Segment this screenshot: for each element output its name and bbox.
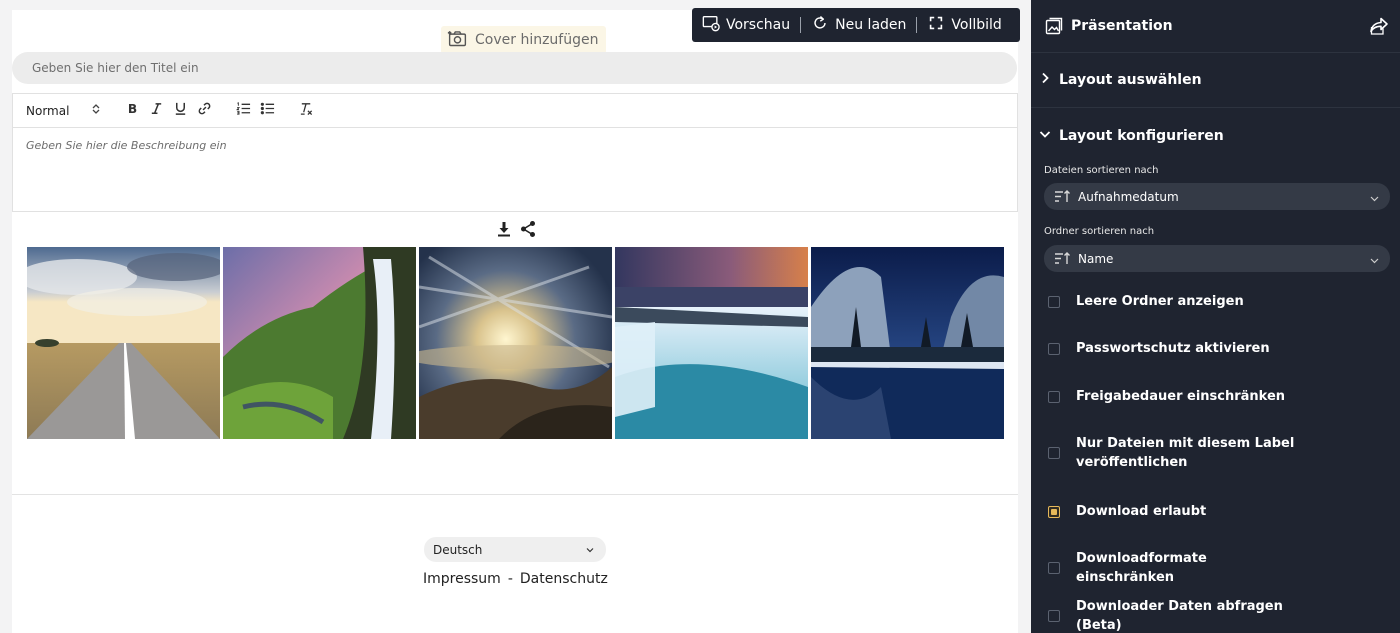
italic-icon [149,101,164,120]
option-label: Downloadformate einschränken [1076,551,1207,585]
layout-select-label: Layout auswählen [1059,72,1202,88]
option-label: Download erlaubt [1076,504,1207,519]
settings-sidebar: Präsentation Layout auswählen Layout kon… [1031,0,1400,633]
language-select[interactable]: Deutsch [424,537,606,562]
sort-files-value: Aufnahmedatum [1078,189,1179,204]
layout-configure-section[interactable]: Layout konfigurieren [1031,108,1400,163]
checkbox[interactable] [1048,390,1060,403]
checkbox[interactable] [1048,295,1060,308]
description-editor: Normal B Geben Sie hier die Beschreibung… [12,93,1018,212]
option-label: Passwortschutz aktivieren [1076,341,1270,356]
chevron-right-icon [1039,72,1059,88]
sort-files-select[interactable]: Aufnahmedatum [1044,183,1390,210]
chevron-down-icon [1039,128,1059,144]
download-icon[interactable] [495,220,513,238]
select-arrows-icon [92,103,100,118]
option-downloader-data[interactable]: Downloader Daten abfragen (Beta) [1048,597,1306,633]
privacy-link[interactable]: Datenschutz [520,571,608,587]
footer-divider [12,494,1018,495]
checkbox[interactable] [1048,447,1060,459]
title-input[interactable] [12,52,1017,84]
bullet-list-button[interactable] [255,99,279,123]
gallery-actions [495,220,537,238]
imprint-link[interactable]: Impressum [423,571,501,587]
app-root: Cover hinzufügen Vorschau Neu laden Voll… [0,0,1400,633]
rich-text-toolbar: Normal B [13,94,1017,128]
clear-format-button[interactable] [294,99,318,123]
footer-separator: - [507,571,513,587]
fullscreen-icon [927,14,945,36]
underline-icon [173,101,188,120]
checkbox-checked[interactable] [1048,505,1060,518]
sort-ascending-icon [1054,251,1071,266]
reload-label: Neu laden [835,17,907,33]
description-input[interactable]: Geben Sie hier die Beschreibung ein [13,128,1017,163]
bullet-list-icon [260,101,275,120]
svg-text:B: B [127,102,136,116]
ordered-list-button[interactable] [231,99,255,123]
option-limit-download-formats[interactable]: Downloadformate einschränken [1048,549,1306,587]
camera-add-icon [447,28,468,53]
add-cover-button[interactable]: Cover hinzufügen [441,26,607,54]
preview-label: Vorschau [726,17,791,33]
ordered-list-icon [235,101,251,120]
bold-button[interactable]: B [120,99,144,123]
layout-select-section[interactable]: Layout auswählen [1031,53,1400,108]
add-cover-label: Cover hinzufügen [475,32,599,48]
sort-files-label: Dateien sortieren nach [1044,165,1159,176]
share-icon[interactable] [519,220,537,238]
road-photo[interactable] [27,247,220,439]
footer-links: Impressum - Datenschutz [423,571,608,587]
link-icon [197,101,212,120]
editor-area: Cover hinzufügen Vorschau Neu laden Voll… [0,0,1031,633]
sort-ascending-icon [1054,189,1071,204]
language-value: Deutsch [433,542,483,557]
option-label: Downloader Daten abfragen (Beta) [1076,599,1283,633]
photo-gallery [27,247,1004,439]
text-format-value: Normal [26,103,70,118]
fullscreen-button[interactable]: Vollbild [917,8,1011,42]
link-button[interactable] [192,99,216,123]
option-label: Freigabedauer einschränken [1076,389,1286,404]
bold-icon: B [125,101,140,120]
sidebar-title: Präsentation [1071,18,1173,34]
fullscreen-label: Vollbild [951,17,1002,33]
waterfall-photo[interactable] [223,247,416,439]
lake-photo[interactable] [811,247,1004,439]
text-format-select[interactable]: Normal [26,103,100,118]
reload-icon [811,14,829,36]
sort-folders-select[interactable]: Name [1044,245,1390,272]
chevron-down-icon [586,543,594,557]
sort-folders-value: Name [1078,251,1114,266]
option-label: Leere Ordner anzeigen [1076,294,1244,309]
option-password-protection[interactable]: Passwortschutz aktivieren [1048,339,1306,358]
preview-button[interactable]: Vorschau [692,8,800,42]
reload-button[interactable]: Neu laden [801,8,916,42]
checkbox[interactable] [1048,342,1060,355]
share-arrow-icon[interactable] [1368,15,1390,37]
option-label: Nur Dateien mit diesem Label veröffentli… [1076,436,1295,470]
option-download-allowed[interactable]: Download erlaubt [1048,502,1306,521]
presentation-icon [1045,17,1063,35]
chevron-down-icon [1370,254,1379,264]
chevron-down-icon [1370,192,1379,202]
italic-button[interactable] [144,99,168,123]
preview-icon [702,14,720,36]
preview-toolbar: Vorschau Neu laden Vollbild [692,8,1020,42]
clear-format-icon [299,101,314,120]
underline-button[interactable] [168,99,192,123]
sky-photo[interactable] [419,247,612,439]
option-publish-label-only[interactable]: Nur Dateien mit diesem Label veröffentli… [1048,434,1306,472]
sidebar-header: Präsentation [1031,0,1400,53]
falls-photo[interactable] [615,247,808,439]
checkbox[interactable] [1048,610,1060,622]
sort-folders-label: Ordner sortieren nach [1044,226,1155,237]
option-limit-share-duration[interactable]: Freigabedauer einschränken [1048,387,1306,406]
checkbox[interactable] [1048,562,1060,574]
layout-configure-label: Layout konfigurieren [1059,127,1224,144]
option-show-empty-folders[interactable]: Leere Ordner anzeigen [1048,292,1306,311]
